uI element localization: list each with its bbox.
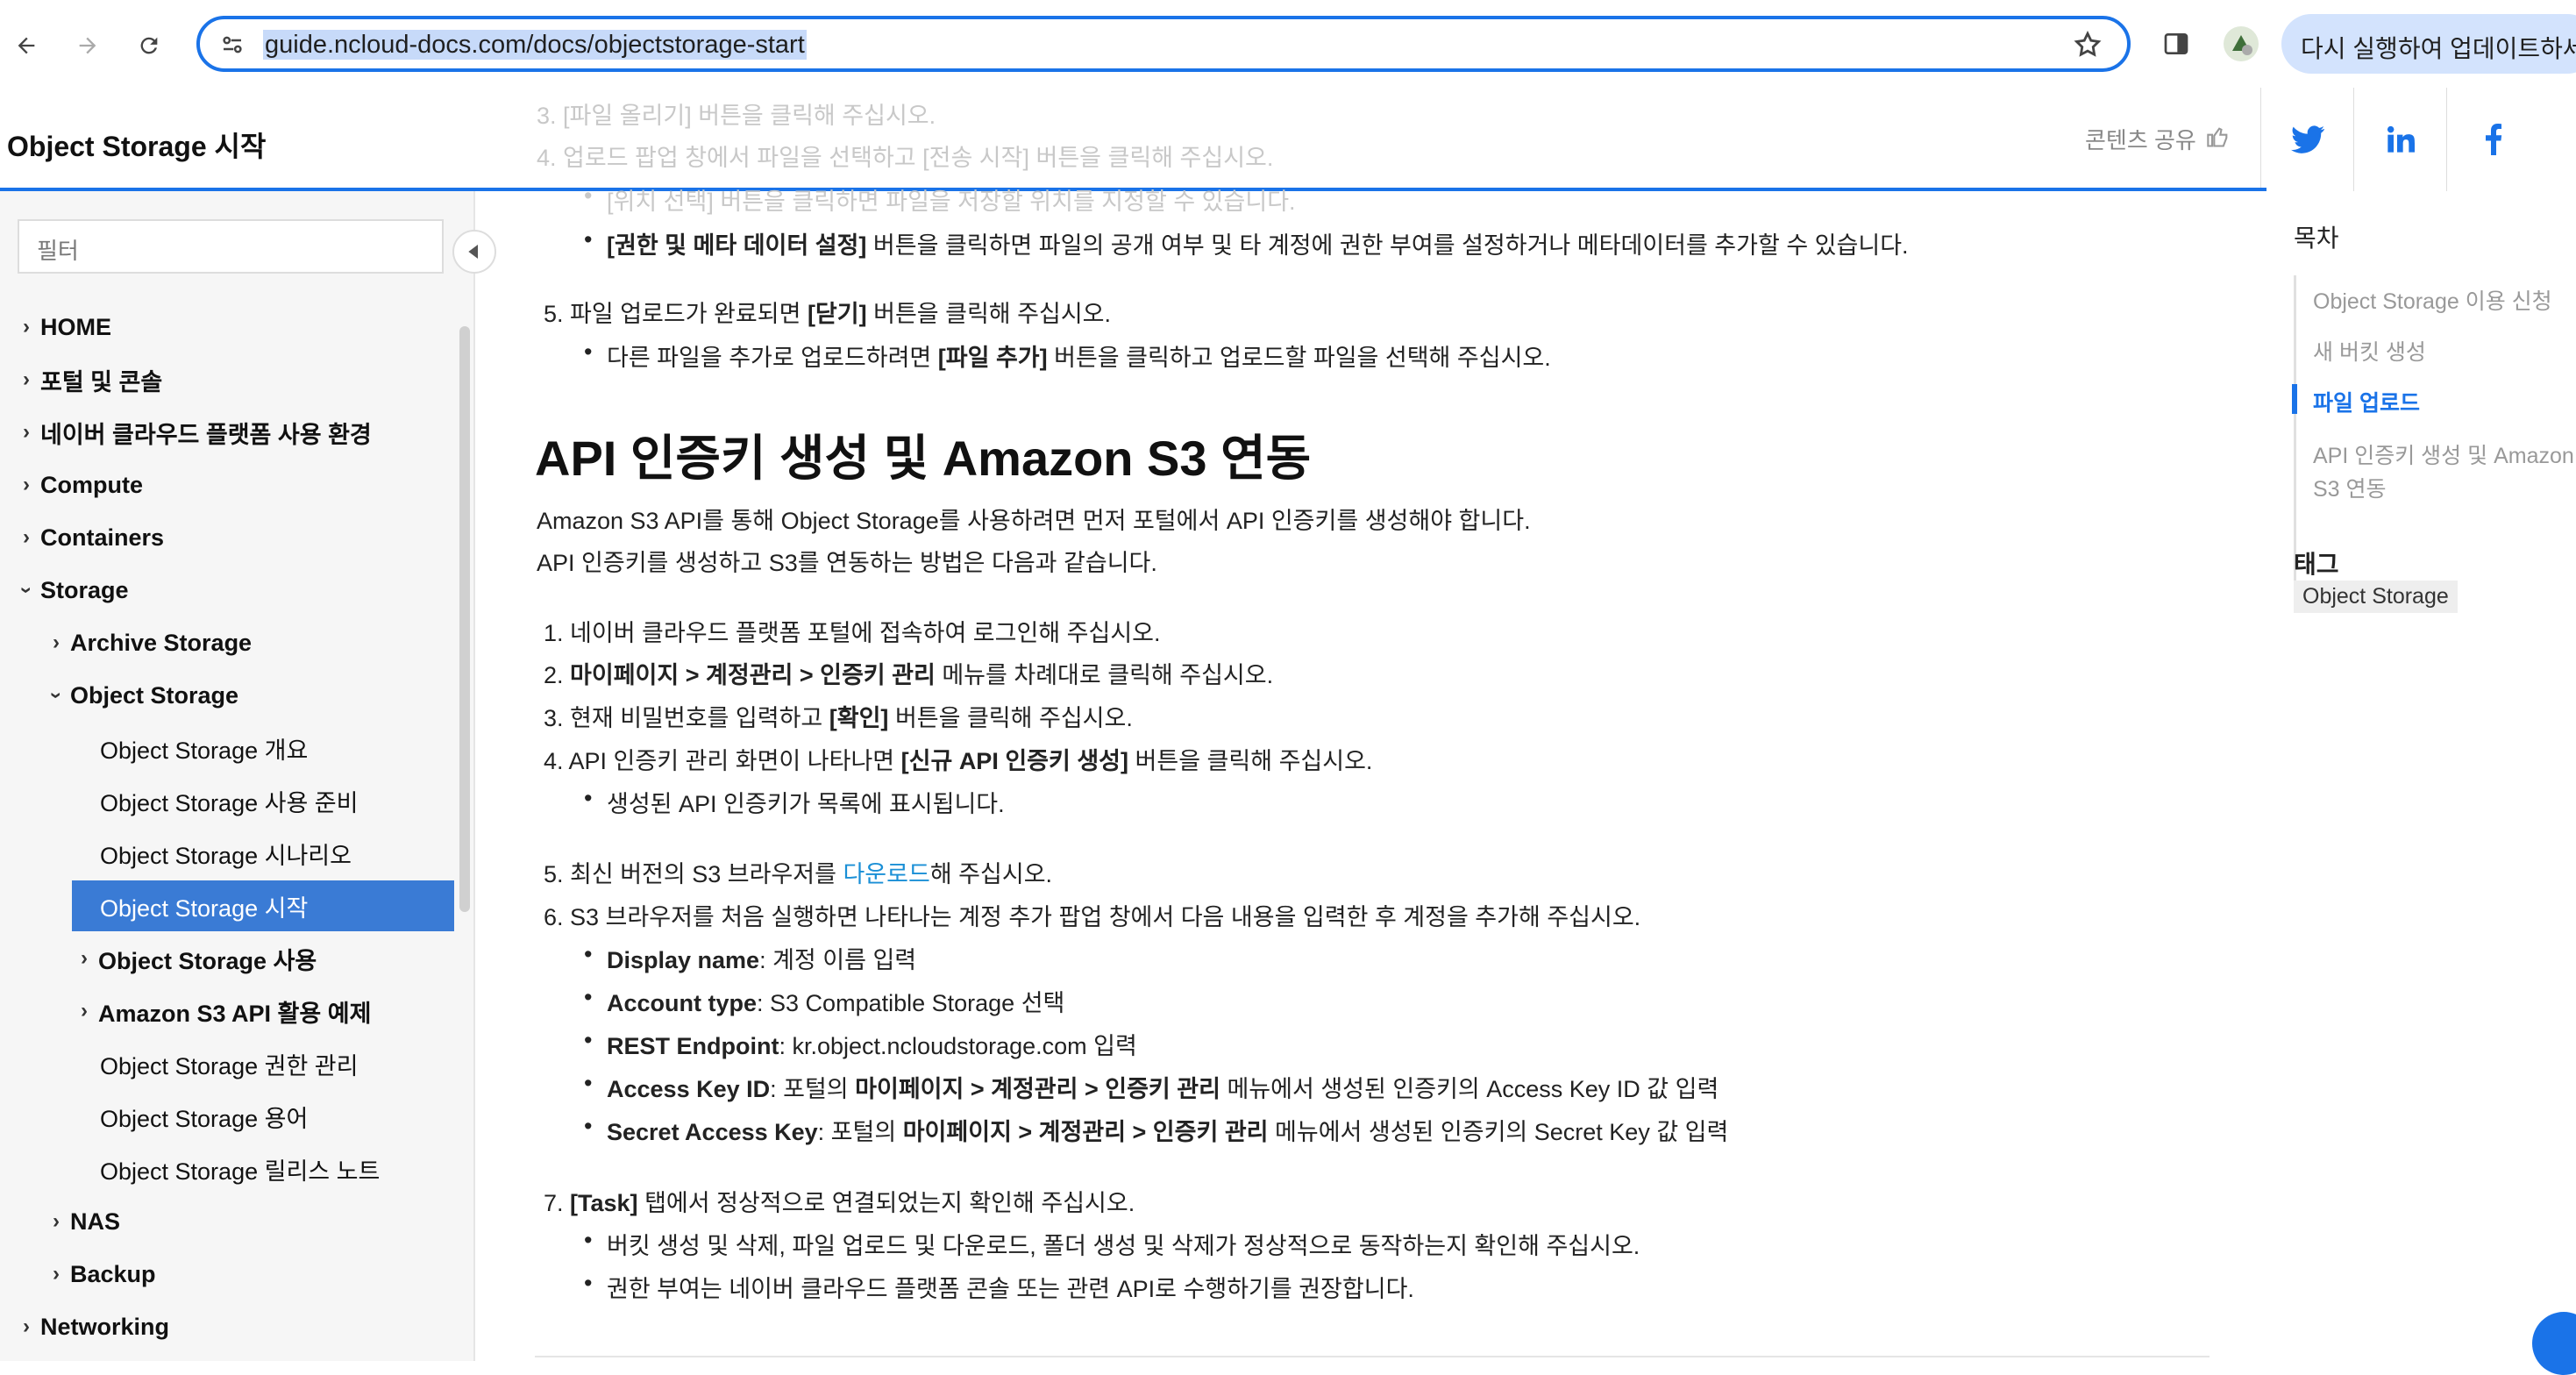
intro-line-1: Amazon S3 API를 통해 Object Storage를 사용하려면 … xyxy=(537,508,1531,534)
section-heading: API 인증키 생성 및 Amazon S3 연동 xyxy=(535,431,1312,486)
api-step-5: 5. 최신 버전의 S3 브라우저를 다운로드해 주십시오. xyxy=(544,861,1053,887)
field-account-type: Account type: S3 Compatible Storage 선택 xyxy=(584,984,1064,1018)
faded-step-4: 4. 업로드 팝업 창에서 파일을 선택하고 [전송 시작] 버튼을 클릭해 주… xyxy=(537,145,1274,171)
faded-bullet: [위치 선택] 버튼을 클릭하면 파일을 저장할 위치를 지정할 수 있습니다. xyxy=(584,182,1296,217)
api-step-7: 7. [Task] 탭에서 정상적으로 연결되었는지 확인해 주십시오. xyxy=(544,1190,1135,1216)
toc-item-api-key[interactable]: API 인증키 생성 및 Amazon xyxy=(2313,438,2574,470)
tags-title: 태그 xyxy=(2294,551,2339,578)
sidebar-item-portal[interactable]: › 포털 및 콘솔 xyxy=(12,354,468,405)
api-step-1: 1. 네이버 클라우드 플랫폼 포털에 접속하여 로그인해 주십시오. xyxy=(544,620,1161,646)
sidebar-item-overview[interactable]: Object Storage 개요 xyxy=(100,723,556,773)
chevron-right-icon: › xyxy=(23,473,30,496)
toc-active-indicator xyxy=(2292,384,2297,414)
sidebar-item-nas[interactable]: › NAS xyxy=(42,1196,498,1247)
linkedin-icon[interactable] xyxy=(2353,88,2447,191)
sidebar-item-home[interactable]: › HOME xyxy=(12,302,468,353)
chevron-right-icon: › xyxy=(81,999,88,1022)
chevron-right-icon: › xyxy=(23,1314,30,1338)
url-text[interactable]: guide.ncloud-docs.com/docs/objectstorage… xyxy=(263,30,807,60)
sidebar-item-permissions[interactable]: Object Storage 권한 관리 xyxy=(100,1038,556,1089)
toc-item-new-bucket[interactable]: 새 버킷 생성 xyxy=(2313,335,2426,367)
api-step-4-bullet: 생성된 API 인증키가 목록에 표시됩니다. xyxy=(584,785,1005,819)
collapse-sidebar-button[interactable] xyxy=(452,230,496,274)
field-secret-key: Secret Access Key: 포털의 마이페이지 > 계정관리 > 인증… xyxy=(584,1113,1728,1147)
sidebar-item-object-storage[interactable]: › Object Storage xyxy=(42,670,498,721)
download-link[interactable]: 다운로드 xyxy=(843,861,929,887)
sidebar-item-networking[interactable]: › Networking xyxy=(12,1301,468,1352)
reload-icon[interactable] xyxy=(123,19,175,72)
sidebar-item-s3-examples[interactable]: › Amazon S3 API 활용 예제 xyxy=(70,986,526,1037)
doc-header: Object Storage 시작 콘텐츠 공유 xyxy=(0,88,2576,191)
forward-arrow-icon[interactable] xyxy=(61,19,114,72)
api-step-2: 2. 마이페이지 > 계정관리 > 인증키 관리 메뉴를 차례대로 클릭해 주십… xyxy=(544,662,1274,688)
api-step-6: 6. S3 브라우저를 처음 실행하면 나타나는 계정 추가 팝업 창에서 다음… xyxy=(544,904,1641,930)
thumbs-up-icon[interactable] xyxy=(2206,125,2231,153)
chevron-right-icon: › xyxy=(23,420,30,444)
address-bar[interactable]: guide.ncloud-docs.com/docs/objectstorage… xyxy=(196,16,2131,72)
chevron-right-icon: › xyxy=(23,367,30,391)
chevron-down-icon: › xyxy=(15,587,39,594)
permission-bullet: [권한 및 메타 데이터 설정] 버튼을 클릭하면 파일의 공개 여부 및 타 … xyxy=(584,226,1909,260)
site-info-icon[interactable] xyxy=(219,32,246,62)
chevron-right-icon: › xyxy=(81,946,88,970)
tag-chip[interactable]: Object Storage xyxy=(2294,581,2458,613)
field-rest-endpoint: REST Endpoint: kr.object.ncloudstorage.c… xyxy=(584,1027,1137,1061)
toc-item-file-upload[interactable]: 파일 업로드 xyxy=(2313,386,2420,417)
update-button[interactable]: 다시 실행하여 업데이트하세요. xyxy=(2281,14,2576,74)
field-display-name: Display name: 계정 이름 입력 xyxy=(584,941,916,975)
toc-title: 목차 xyxy=(2294,224,2339,252)
sidebar-item-archive-storage[interactable]: › Archive Storage xyxy=(42,617,498,668)
browser-toolbar: guide.ncloud-docs.com/docs/objectstorage… xyxy=(0,0,2576,89)
content-divider xyxy=(535,1356,2210,1357)
sidebar-item-compute[interactable]: › Compute xyxy=(12,460,468,510)
sidebar-item-scenario[interactable]: Object Storage 시나리오 xyxy=(100,828,556,879)
chevron-down-icon: › xyxy=(45,692,68,699)
chevron-right-icon: › xyxy=(53,1209,60,1233)
profile-avatar[interactable] xyxy=(2224,26,2259,61)
sidebar-item-backup[interactable]: › Backup xyxy=(42,1249,498,1300)
step-5-bullet: 다른 파일을 추가로 업로드하려면 [파일 추가] 버튼을 클릭하고 업로드할 … xyxy=(584,338,1551,373)
field-access-key: Access Key ID: 포털의 마이페이지 > 계정관리 > 인증키 관리… xyxy=(584,1070,1719,1104)
sidebar-item-release-notes[interactable]: Object Storage 릴리스 노트 xyxy=(100,1143,556,1194)
toc-item-api-key-cont[interactable]: S3 연동 xyxy=(2313,472,2387,503)
sidebar: 필터 › HOME › 포털 및 콘솔 › 네이버 클라우드 플랫폼 사용 환경 › C… xyxy=(0,191,475,1361)
share-label[interactable]: 콘텐츠 공유 xyxy=(2085,123,2196,155)
sidebar-item-usage[interactable]: › Object Storage 사용 xyxy=(70,933,526,984)
chevron-right-icon: › xyxy=(23,315,30,338)
page-title: Object Storage 시작 xyxy=(7,131,267,162)
back-arrow-icon[interactable] xyxy=(0,19,53,72)
toc-item-apply[interactable]: Object Storage 이용 신청 xyxy=(2313,284,2552,316)
sidebar-item-environment[interactable]: › 네이버 클라우드 플랫폼 사용 환경 xyxy=(12,407,468,458)
api-step-3: 3. 현재 비밀번호를 입력하고 [확인] 버튼을 클릭해 주십시오. xyxy=(544,705,1133,731)
table-of-contents: 목차 Object Storage 이용 신청 새 버킷 생성 파일 업로드 A… xyxy=(2280,191,2576,717)
scroll-top-button[interactable] xyxy=(2532,1312,2576,1375)
star-icon[interactable] xyxy=(2073,30,2103,64)
api-step-7-bullet-1: 버킷 생성 및 삭제, 파일 업로드 및 다운로드, 폴더 생성 및 삭제가 정… xyxy=(584,1227,1640,1261)
step-5: 5. 파일 업로드가 완료되면 [닫기] 버튼을 클릭해 주십시오. xyxy=(544,301,1112,327)
sidebar-item-prepare[interactable]: Object Storage 사용 준비 xyxy=(100,775,556,826)
filter-input[interactable]: 필터 xyxy=(18,219,444,274)
faded-step-3: 3. [파일 올리기] 버튼을 클릭해 주십시오. xyxy=(537,103,936,129)
api-step-4: 4. API 인증키 관리 화면이 나타나면 [신규 API 인증키 생성] 버… xyxy=(544,748,1373,774)
sidebar-item-storage[interactable]: › Storage xyxy=(12,565,468,616)
chevron-right-icon: › xyxy=(23,525,30,549)
sidebar-item-containers[interactable]: › Containers xyxy=(12,512,468,563)
twitter-icon[interactable] xyxy=(2260,88,2354,191)
sidebar-item-glossary[interactable]: Object Storage 용어 xyxy=(100,1091,556,1142)
intro-line-2: API 인증키를 생성하고 S3를 연동하는 방법은 다음과 같습니다. xyxy=(537,550,1157,576)
side-panel-icon[interactable] xyxy=(2162,30,2190,62)
chevron-right-icon: › xyxy=(53,631,60,654)
sidebar-scrollbar[interactable] xyxy=(459,326,470,912)
toc-rail xyxy=(2294,275,2296,591)
sidebar-item-start[interactable]: Object Storage 시작 xyxy=(72,880,454,931)
facebook-icon[interactable] xyxy=(2446,88,2540,191)
api-step-7-bullet-2: 권한 부여는 네이버 클라우드 플랫폼 콘솔 또는 관련 API로 수행하기를 … xyxy=(584,1270,1414,1304)
chevron-right-icon: › xyxy=(53,1262,60,1286)
